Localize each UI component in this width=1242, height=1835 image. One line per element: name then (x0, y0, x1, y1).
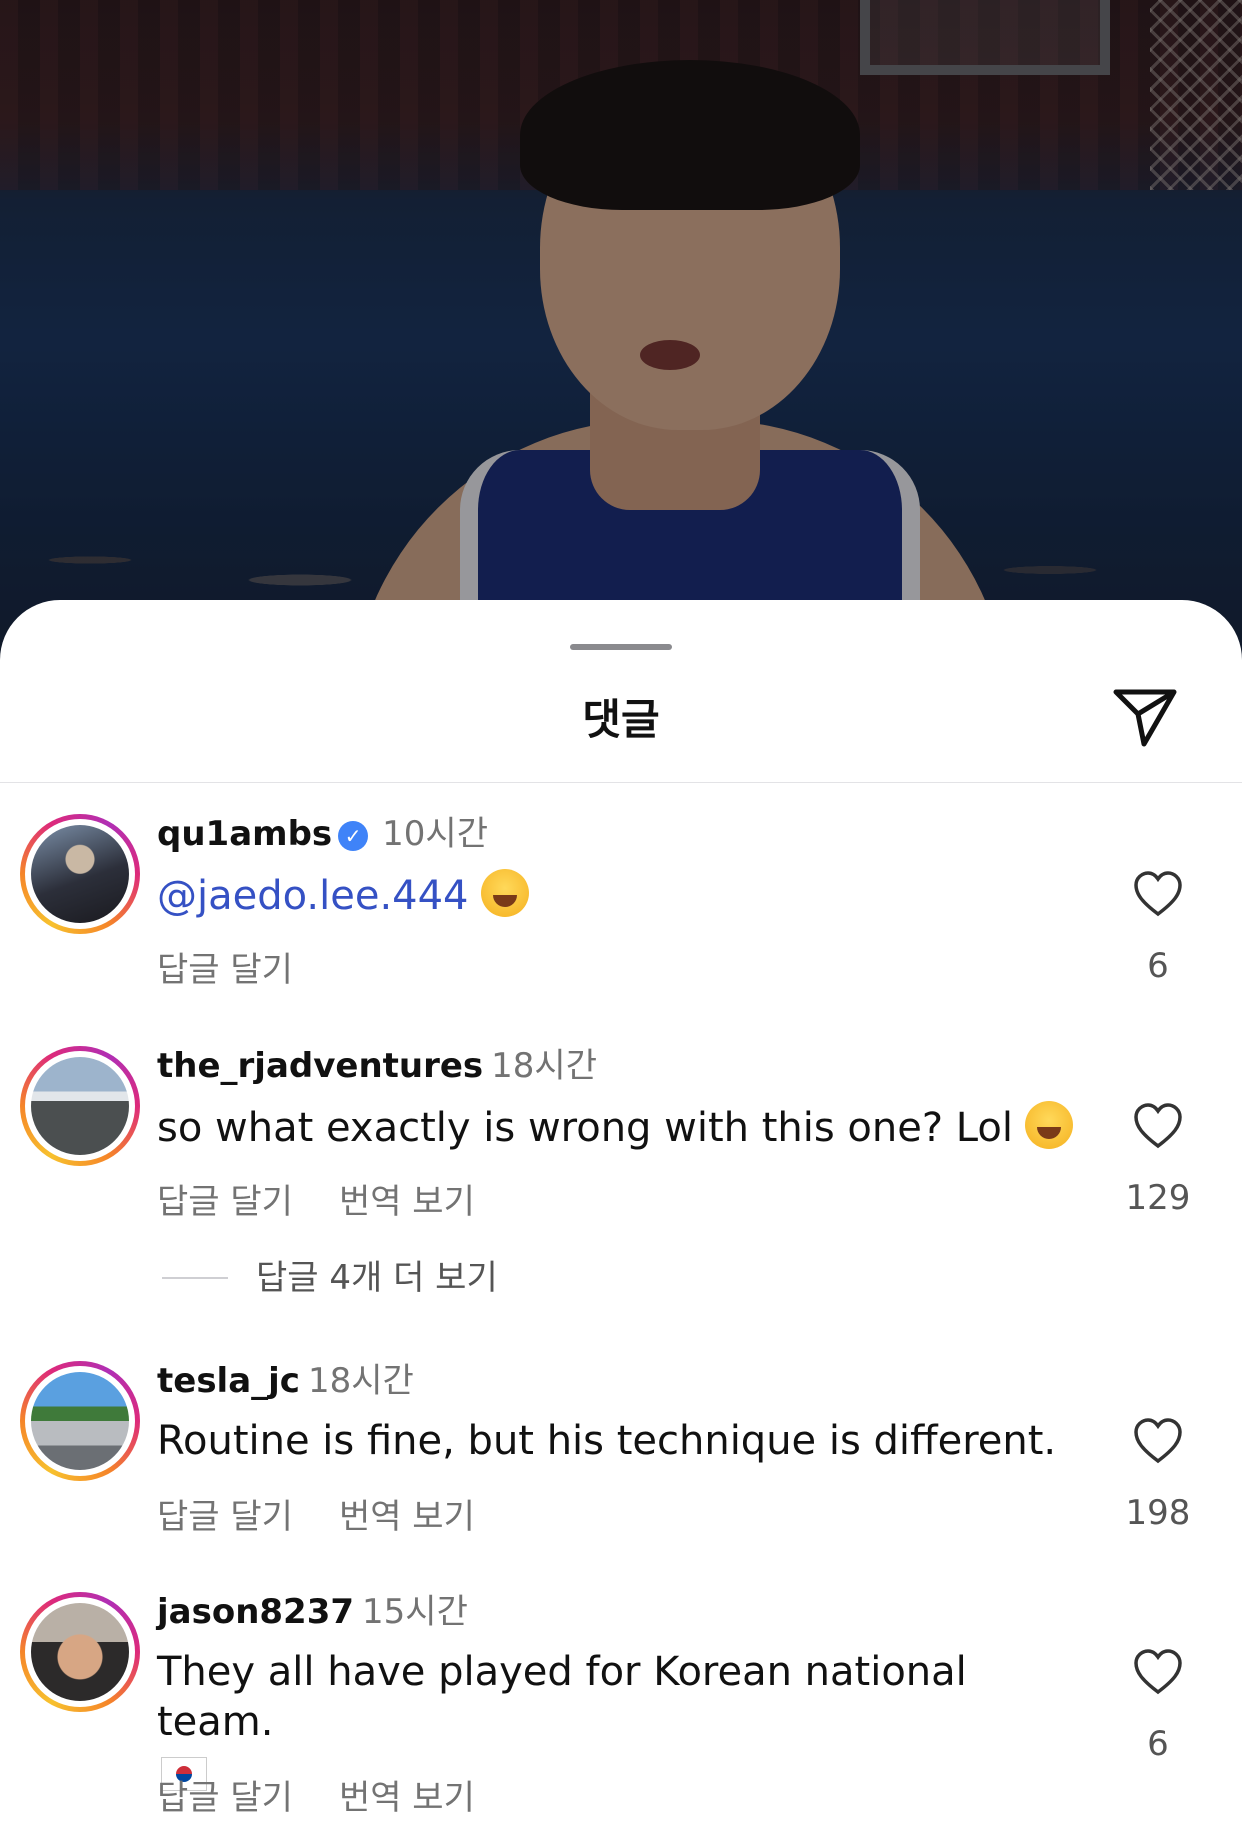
avatar[interactable] (20, 1046, 140, 1166)
avatar[interactable] (20, 1592, 140, 1712)
comment-body: They all have played for Korean national… (157, 1649, 967, 1745)
heart-icon[interactable] (1132, 1648, 1184, 1696)
comment-body: so what exactly is wrong with this one? … (157, 1105, 1013, 1151)
avatar[interactable] (20, 814, 140, 934)
comment-actions: 답글 달기 번역 보기 (157, 1174, 521, 1223)
reply-button[interactable]: 답글 달기 (157, 1182, 293, 1222)
view-more-replies-label: 답글 4개 더 보기 (256, 1258, 498, 1298)
rolling-laughing-emoji-icon (480, 869, 529, 917)
avatar-image (31, 1603, 129, 1701)
comment-text: Routine is fine, but his technique is di… (157, 1418, 1057, 1464)
video-background[interactable] (0, 0, 1242, 660)
sheet-grabber[interactable] (570, 644, 672, 650)
translate-button[interactable]: 번역 보기 (339, 1182, 475, 1222)
comment-time: 18시간 (491, 1046, 597, 1086)
translate-button[interactable]: 번역 보기 (339, 1778, 475, 1818)
heart-icon[interactable] (1132, 1417, 1184, 1465)
avatar-image (31, 1372, 129, 1470)
replies-line (162, 1277, 228, 1279)
header-divider (0, 782, 1242, 783)
like-count: 6 (1147, 946, 1169, 986)
comment-actions: 답글 달기 (157, 942, 339, 991)
like-count: 129 (1125, 1178, 1191, 1218)
comment-username[interactable]: tesla_jc (157, 1361, 300, 1401)
comment-text: so what exactly is wrong with this one? … (157, 1101, 1077, 1153)
comment-time: 15시간 (362, 1592, 468, 1632)
video-dim-overlay (0, 0, 1242, 660)
avatar-image (31, 1057, 129, 1155)
comment-meta: qu1ambs ✓ 10시간 (157, 814, 488, 854)
translate-button[interactable]: 번역 보기 (339, 1497, 475, 1537)
comments-sheet: 댓글 qu1ambs✓ 10시간 @jaedo.lee.444 답글 달기 6 (0, 600, 1242, 1835)
comment-actions: 답글 달기 번역 보기 (157, 1489, 521, 1538)
verified-badge-icon: ✓ (338, 821, 369, 851)
comment-username[interactable]: qu1ambs (157, 814, 332, 854)
heart-icon[interactable] (1132, 870, 1184, 918)
comment-username[interactable]: the_rjadventures (157, 1046, 483, 1086)
reply-button[interactable]: 답글 달기 (157, 1778, 293, 1818)
comment-time: 18시간 (307, 1361, 414, 1401)
like-count: 198 (1125, 1493, 1191, 1533)
view-more-replies-button[interactable]: 답글 4개 더 보기 (162, 1250, 498, 1299)
avatar-image (31, 825, 129, 923)
comment-meta: tesla_jc 18시간 (157, 1361, 414, 1401)
comment-meta: jason8237 15시간 (157, 1592, 468, 1632)
like-count: 6 (1147, 1724, 1169, 1764)
comment-actions: 답글 달기 번역 보기 (157, 1770, 521, 1819)
mention-link[interactable]: @jaedo.lee.444 (157, 873, 469, 919)
comment-meta: the_rjadventures 18시간 (157, 1046, 597, 1086)
reply-button[interactable]: 답글 달기 (157, 1497, 293, 1537)
reply-button[interactable]: 답글 달기 (157, 950, 293, 990)
comment-text: @jaedo.lee.444 (157, 869, 1077, 921)
comment-username[interactable]: jason8237 (157, 1592, 354, 1632)
tears-of-joy-emoji-icon (1024, 1101, 1073, 1149)
heart-icon[interactable] (1132, 1102, 1184, 1150)
sheet-title: 댓글 (582, 695, 660, 744)
comment-time: 10시간 (382, 814, 488, 854)
avatar[interactable] (20, 1361, 140, 1481)
share-send-icon[interactable] (1110, 684, 1180, 750)
